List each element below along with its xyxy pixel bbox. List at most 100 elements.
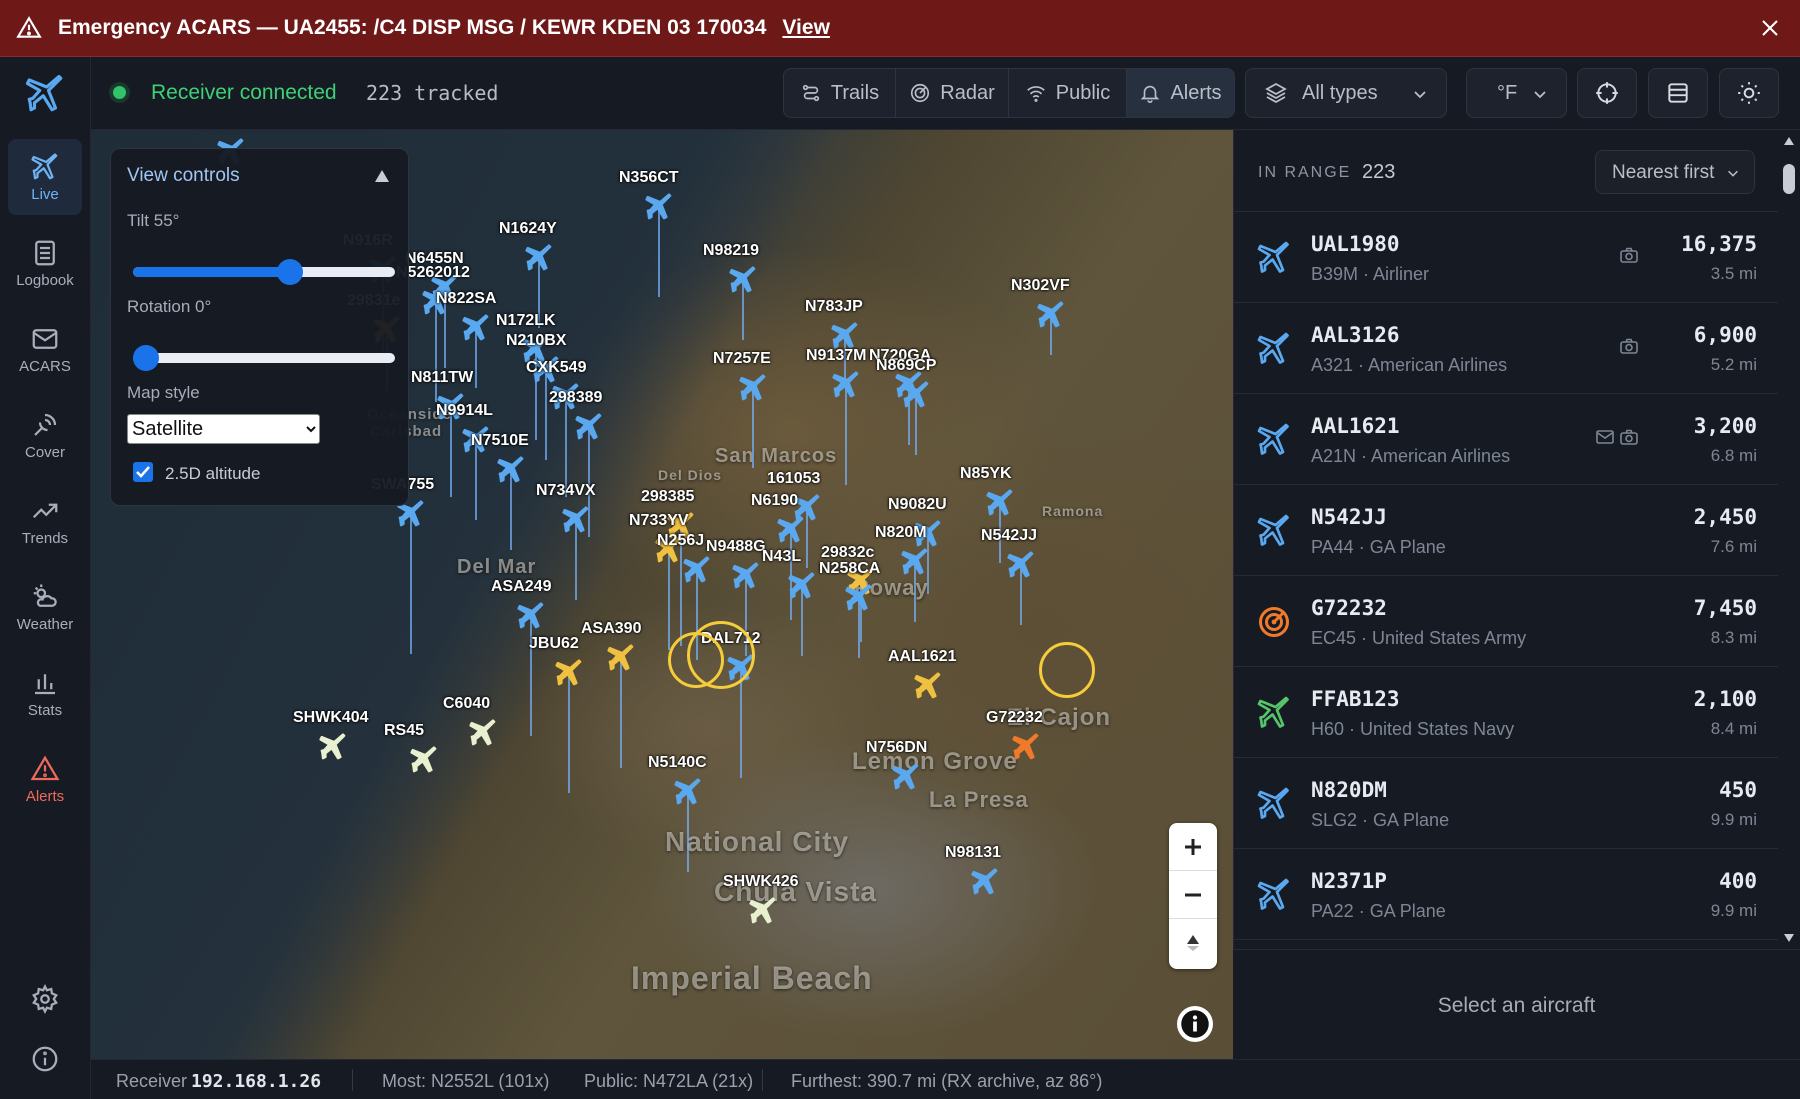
antenna-icon xyxy=(34,413,57,436)
collapse-triangle-icon[interactable] xyxy=(374,169,390,183)
map-aircraft-callsign: SHWK426 xyxy=(723,873,799,890)
aircraft-altitude: 16,375 xyxy=(1681,232,1757,256)
info-icon[interactable] xyxy=(30,1044,60,1074)
sidebar-item-weather[interactable]: Weather xyxy=(8,569,82,645)
public-toggle[interactable]: Public xyxy=(1008,68,1127,118)
aircraft-row[interactable]: UAL1980 B39M · Airliner 16,375 3.5 mi xyxy=(1234,212,1779,303)
panel-scrollbar[interactable] xyxy=(1778,130,1800,949)
app-logo-plane-icon[interactable] xyxy=(24,73,66,115)
receiver-ip: 192.168.1.26 xyxy=(191,1071,322,1092)
altitude-checkbox[interactable] xyxy=(133,462,153,482)
sidebar-item-stats[interactable]: Stats xyxy=(8,655,82,731)
aircraft-altitude: 400 xyxy=(1719,869,1757,893)
close-icon[interactable] xyxy=(1758,16,1782,40)
altitude-pole xyxy=(530,616,532,736)
mail-icon xyxy=(32,328,58,349)
zoom-controls xyxy=(1169,823,1217,969)
aircraft-row[interactable]: FFAB123 H60 · United States Navy 2,100 8.4 … xyxy=(1234,667,1779,758)
sidebar-item-alerts[interactable]: Alerts xyxy=(8,741,82,817)
aircraft-row[interactable]: N542JJ PA44 · GA Plane 2,450 7.6 mi xyxy=(1234,485,1779,576)
sidebar-item-live[interactable]: Live xyxy=(8,139,82,215)
aircraft-row[interactable]: N2371P PA22 · GA Plane 400 9.9 mi xyxy=(1234,849,1779,940)
aircraft-type-select[interactable]: All types xyxy=(1245,68,1447,118)
radar-target-icon xyxy=(1259,607,1289,637)
map-aircraft-callsign: 161053 xyxy=(767,470,821,487)
sidebar-item-logbook[interactable]: Logbook xyxy=(8,225,82,301)
temperature-unit-select[interactable]: °F xyxy=(1466,68,1567,118)
aircraft-row[interactable]: AAL1621 A21N · American Airlines 3,200 6.8 … xyxy=(1234,394,1779,485)
top-bar: Receiver connected 223 tracked Trails Ra… xyxy=(91,57,1800,130)
weather-icon xyxy=(33,584,57,607)
sidebar-item-cover[interactable]: Cover xyxy=(8,397,82,473)
list-view-button[interactable] xyxy=(1648,68,1708,118)
map-place-label: Del Dios xyxy=(658,467,723,483)
map-aircraft-callsign: ASA249 xyxy=(491,578,552,595)
aircraft-detail-empty: Select an aircraft xyxy=(1233,949,1800,1059)
selection-ring xyxy=(1039,642,1095,698)
tilt-label: Tilt 55° xyxy=(127,211,180,230)
plane-icon xyxy=(497,456,524,483)
scrollbar-thumb[interactable] xyxy=(1783,164,1795,194)
plane-icon xyxy=(1257,696,1289,728)
map-aircraft-callsign: N9082U xyxy=(888,496,947,513)
plane-icon xyxy=(1257,241,1289,273)
aircraft-callsign: FFAB123 xyxy=(1311,687,1400,711)
aircraft-callsign: N2371P xyxy=(1311,869,1387,893)
map-info-button[interactable] xyxy=(1177,1006,1213,1042)
sidebar-item-label: Alerts xyxy=(25,787,65,805)
plus-icon xyxy=(1185,838,1201,855)
zoom-out-button[interactable] xyxy=(1169,871,1217,919)
aircraft-type-operator: EC45 · United States Army xyxy=(1311,628,1527,648)
aircraft-row[interactable]: G72232 EC45 · United States Army 7,450 8.3 … xyxy=(1234,576,1779,667)
map-aircraft-callsign: N9914L xyxy=(436,402,493,419)
banner-view-link[interactable]: View xyxy=(782,16,829,40)
map-style-select[interactable]: Satellite xyxy=(127,414,320,444)
alerts-toggle[interactable]: Alerts xyxy=(1126,68,1235,118)
rotation-slider[interactable] xyxy=(133,345,395,371)
settings-gear-icon[interactable] xyxy=(30,984,60,1014)
compass-reset-button[interactable] xyxy=(1169,919,1217,967)
plane-icon xyxy=(1012,733,1039,760)
selection-ring xyxy=(668,632,724,688)
plane-icon xyxy=(31,152,58,179)
sidebar-item-acars[interactable]: ACARS xyxy=(8,311,82,387)
map-aircraft-callsign: C6040 xyxy=(443,695,491,712)
tracked-count: 223 tracked xyxy=(366,81,499,105)
footer-divider xyxy=(352,1069,353,1091)
scroll-down-icon[interactable] xyxy=(1783,933,1795,943)
footer-divider xyxy=(762,1069,763,1091)
map-place-label: Imperial Beach xyxy=(631,960,873,996)
chevron-down-icon xyxy=(1414,91,1426,99)
scroll-up-icon[interactable] xyxy=(1783,136,1795,146)
tilt-slider-thumb[interactable] xyxy=(277,259,304,285)
theme-toggle-button[interactable] xyxy=(1719,68,1779,118)
plane-icon xyxy=(1257,514,1289,546)
aircraft-row[interactable]: N820DM SLG2 · GA Plane 450 9.9 mi xyxy=(1234,758,1779,849)
map-aircraft-callsign: N258CA xyxy=(819,560,881,577)
locate-button[interactable] xyxy=(1577,68,1637,118)
warning-icon xyxy=(16,16,42,38)
plane-icon xyxy=(517,602,544,629)
radar-icon xyxy=(911,83,930,103)
sidebar-item-label: Cover xyxy=(24,443,65,461)
radar-toggle[interactable]: Radar xyxy=(895,68,1009,118)
map-aircraft-callsign: N98219 xyxy=(703,242,760,259)
sidebar-item-trends[interactable]: Trends xyxy=(8,483,82,559)
camera-icon xyxy=(1619,337,1639,355)
sort-select[interactable]: Nearest first xyxy=(1595,150,1755,194)
view-controls-panel: View controls Tilt 55° Rotation 0° Map s… xyxy=(110,148,409,506)
plane-icon xyxy=(1007,551,1034,578)
public-label: Public xyxy=(1055,81,1111,104)
tilt-slider[interactable] xyxy=(133,259,395,285)
map-aircraft-callsign: N172LK xyxy=(496,312,556,329)
aircraft-row[interactable]: AAL3126 A321 · American Airlines 6,900 5.2 … xyxy=(1234,303,1779,394)
zoom-in-button[interactable] xyxy=(1169,823,1217,871)
trails-toggle[interactable]: Trails xyxy=(783,68,896,118)
rotation-slider-thumb[interactable] xyxy=(133,345,159,371)
plane-icon xyxy=(683,556,710,583)
rotation-label: Rotation 0° xyxy=(127,297,212,316)
sidebar: Live Logbook ACARS Cover Trends Weather … xyxy=(0,57,91,1099)
map-aircraft-callsign: RS45 xyxy=(384,722,425,739)
altitude-pole xyxy=(568,673,570,793)
map-aircraft-callsign: CXK549 xyxy=(526,359,587,376)
